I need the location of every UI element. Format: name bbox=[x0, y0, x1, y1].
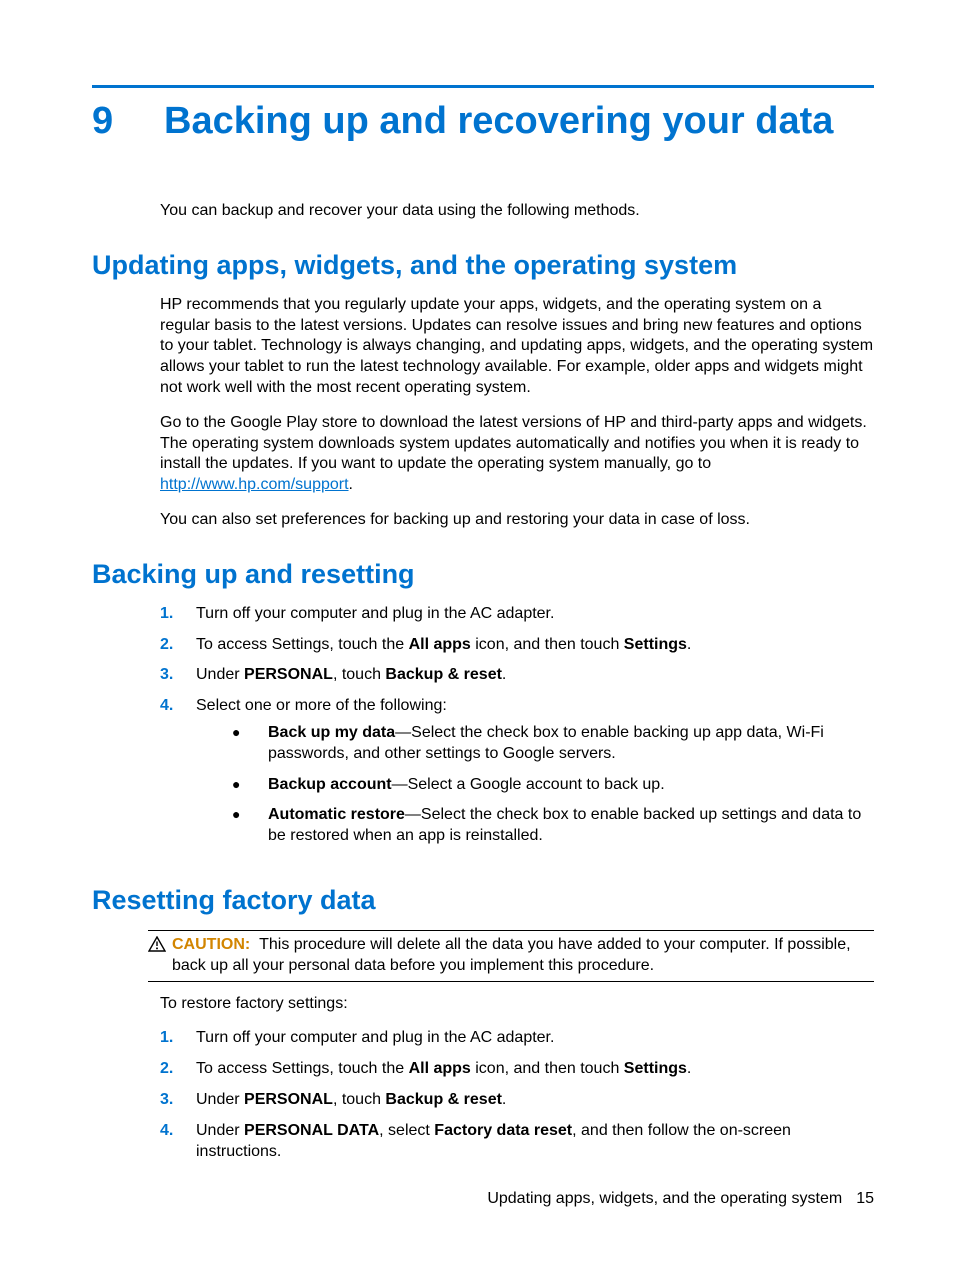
list-item: ● Backup account—Select a Google account… bbox=[232, 775, 874, 796]
list-item: 4. Under PERSONAL DATA, select Factory d… bbox=[160, 1121, 874, 1163]
list-item: 2. To access Settings, touch the All app… bbox=[160, 635, 874, 656]
steps-list: 1. Turn off your computer and plug in th… bbox=[160, 604, 874, 857]
footer-section-title: Updating apps, widgets, and the operatin… bbox=[487, 1190, 842, 1207]
document-page: 9 Backing up and recovering your data Yo… bbox=[0, 0, 954, 1162]
chapter-rule bbox=[92, 85, 874, 88]
warning-icon bbox=[148, 935, 172, 977]
step-text: Turn off your computer and plug in the A… bbox=[196, 1028, 874, 1049]
chapter-title: Backing up and recovering your data bbox=[164, 100, 833, 143]
bullet-list: ● Back up my data—Select the check box t… bbox=[232, 723, 874, 847]
step-number: 3. bbox=[160, 1090, 196, 1111]
step-text: Select one or more of the following: ● B… bbox=[196, 696, 874, 857]
intro-paragraph: You can backup and recover your data usi… bbox=[160, 201, 874, 222]
section-heading-backing-up: Backing up and resetting bbox=[92, 559, 874, 590]
list-item: 2. To access Settings, touch the All app… bbox=[160, 1059, 874, 1080]
step-text: Under PERSONAL, touch Backup & reset. bbox=[196, 665, 874, 686]
list-item: 4. Select one or more of the following: … bbox=[160, 696, 874, 857]
step-number: 1. bbox=[160, 604, 196, 625]
chapter-header: 9 Backing up and recovering your data bbox=[92, 100, 874, 143]
step-text: To access Settings, touch the All apps i… bbox=[196, 1059, 874, 1080]
paragraph: HP recommends that you regularly update … bbox=[160, 295, 874, 399]
page-footer: Updating apps, widgets, and the operatin… bbox=[487, 1190, 874, 1208]
section-heading-resetting: Resetting factory data bbox=[92, 885, 874, 916]
caution-note: CAUTION: This procedure will delete all … bbox=[148, 930, 874, 982]
step-text: Under PERSONAL DATA, select Factory data… bbox=[196, 1121, 874, 1163]
paragraph: Go to the Google Play store to download … bbox=[160, 413, 874, 496]
step-number: 4. bbox=[160, 696, 196, 857]
step-text: Turn off your computer and plug in the A… bbox=[196, 604, 874, 625]
page-number: 15 bbox=[856, 1190, 874, 1207]
step-number: 2. bbox=[160, 1059, 196, 1080]
step-text: Under PERSONAL, touch Backup & reset. bbox=[196, 1090, 874, 1111]
step-number: 4. bbox=[160, 1121, 196, 1163]
steps-list: 1. Turn off your computer and plug in th… bbox=[160, 1028, 874, 1162]
list-item: 3. Under PERSONAL, touch Backup & reset. bbox=[160, 665, 874, 686]
paragraph: To restore factory settings: bbox=[160, 994, 874, 1015]
bullet-icon: ● bbox=[232, 723, 268, 765]
section-heading-updating: Updating apps, widgets, and the operatin… bbox=[92, 250, 874, 281]
list-item: 1. Turn off your computer and plug in th… bbox=[160, 604, 874, 625]
step-number: 1. bbox=[160, 1028, 196, 1049]
step-number: 3. bbox=[160, 665, 196, 686]
list-item: 3. Under PERSONAL, touch Backup & reset. bbox=[160, 1090, 874, 1111]
caution-label: CAUTION: bbox=[172, 936, 250, 953]
paragraph: You can also set preferences for backing… bbox=[160, 510, 874, 531]
support-link[interactable]: http://www.hp.com/support bbox=[160, 476, 349, 493]
chapter-number: 9 bbox=[92, 100, 164, 143]
caution-text: This procedure will delete all the data … bbox=[172, 936, 851, 974]
step-text: To access Settings, touch the All apps i… bbox=[196, 635, 874, 656]
list-item: ● Automatic restore—Select the check box… bbox=[232, 805, 874, 847]
list-item: ● Back up my data—Select the check box t… bbox=[232, 723, 874, 765]
bullet-icon: ● bbox=[232, 775, 268, 796]
bullet-icon: ● bbox=[232, 805, 268, 847]
list-item: 1. Turn off your computer and plug in th… bbox=[160, 1028, 874, 1049]
text: Go to the Google Play store to download … bbox=[160, 414, 867, 473]
text: . bbox=[349, 476, 353, 493]
step-number: 2. bbox=[160, 635, 196, 656]
